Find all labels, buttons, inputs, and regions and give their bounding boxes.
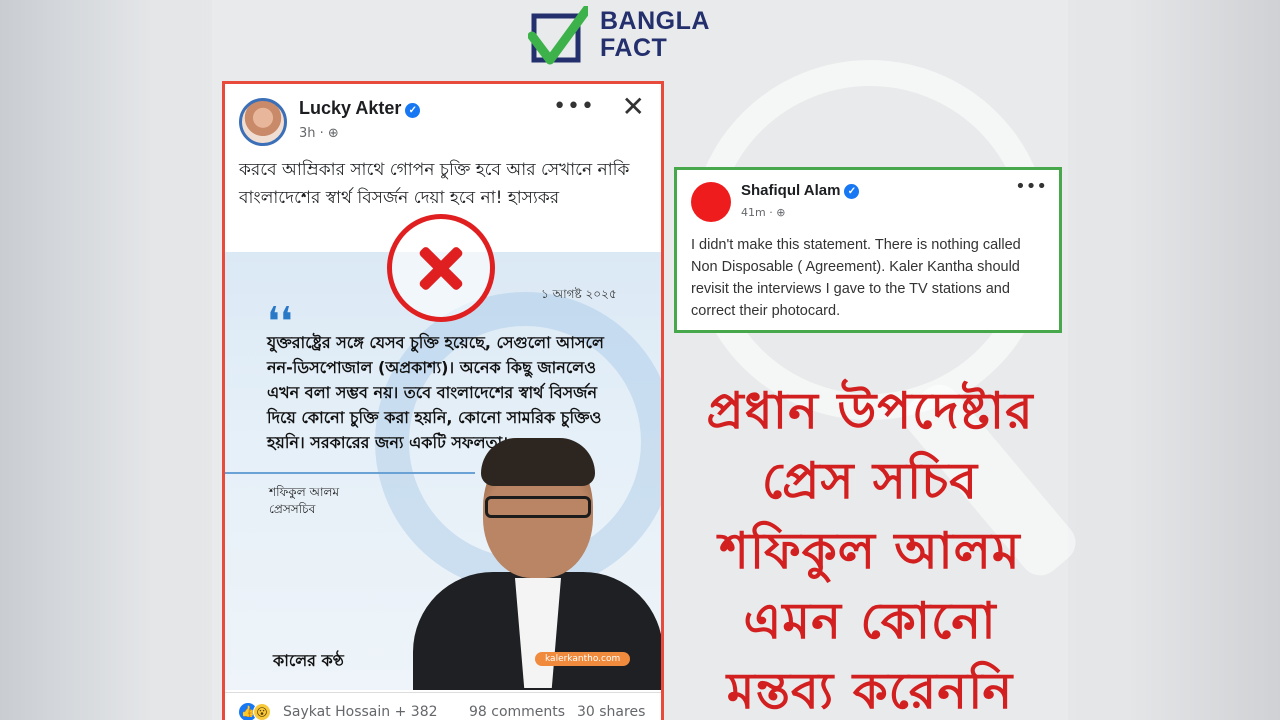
reply-meta: 41m · ⊕ <box>741 206 786 219</box>
photocard-quote: যুক্তরাষ্ট্রের সঙ্গে যেসব চুক্তি হয়েছে,… <box>267 333 604 452</box>
site-tag: kalerkantho.com <box>535 652 631 666</box>
banglafact-logo: BANGLA FACT <box>528 0 758 68</box>
photocard-date: ১ আগষ্ট ২০২৫ <box>541 287 617 301</box>
post-header: Lucky Akter ✓ 3h · ⊕ ••• ✕ <box>225 84 661 154</box>
shares-count[interactable]: 30 shares <box>577 704 645 720</box>
headline-line-2: প্রেস সচিব <box>761 452 979 510</box>
post-text: করবে আম্রিকার সাথে গোপন চুক্তি হবে আর সে… <box>239 160 630 208</box>
logo-line-2: FACT <box>600 34 668 62</box>
headline-line-5: মন্তব্য করেননি <box>726 662 1014 720</box>
checkmark-logo-icon <box>528 6 588 65</box>
speaker-title: প্রেসসচিব <box>269 502 316 516</box>
fact-check-headline: প্রধান উপদেষ্টার প্রেস সচিব শফিকুল আলম এ… <box>672 376 1068 720</box>
close-icon[interactable]: ✕ <box>622 90 645 123</box>
logo-line-1: BANGLA <box>600 7 710 35</box>
post-footer: 👍 😮 Saykat Hossain + 382 98 comments 30 … <box>225 692 661 720</box>
verified-badge-icon: ✓ <box>844 184 860 199</box>
glasses <box>485 496 591 518</box>
reply-post: Shafiqul Alam ✓ 41m · ⊕ ••• I didn't make… <box>674 167 1062 333</box>
globe-icon: ⊕ <box>776 206 786 219</box>
headline-line-1: প্রধান উপদেষ্টার <box>706 382 1034 440</box>
wow-icon[interactable]: 😮 <box>253 703 271 720</box>
red-x-icon <box>387 214 495 322</box>
reply-time[interactable]: 41m <box>741 206 766 219</box>
avatar[interactable] <box>239 98 287 146</box>
headline-line-4: এমন কোনো <box>743 592 997 650</box>
comments-count[interactable]: 98 comments <box>469 704 565 720</box>
post-time[interactable]: 3h <box>299 126 316 141</box>
more-dots-icon[interactable]: ••• <box>1015 176 1047 197</box>
logo-text: BANGLA FACT <box>600 8 710 62</box>
post-author[interactable]: Lucky Akter ✓ <box>299 98 421 119</box>
globe-icon: ⊕ <box>327 126 339 141</box>
headline-line-3: শফিকুল আলম <box>719 522 1021 580</box>
speaker-name: শফিকুল আলম <box>269 485 340 499</box>
newspaper-logo: কালের কণ্ঠ <box>273 651 344 670</box>
facebook-post: Lucky Akter ✓ 3h · ⊕ ••• ✕ করবে আম্রিকার … <box>222 81 664 720</box>
reactors-count[interactable]: Saykat Hossain + 382 <box>283 704 438 720</box>
verified-badge-icon: ✓ <box>405 103 421 118</box>
more-dots-icon[interactable]: ••• <box>553 94 595 119</box>
avatar[interactable] <box>691 182 731 222</box>
post-meta: 3h · ⊕ <box>299 126 339 141</box>
person-hair <box>481 438 595 486</box>
reply-author[interactable]: Shafiqul Alam ✓ <box>741 182 860 199</box>
reply-text: I didn't make this statement. There is n… <box>691 237 1021 319</box>
post-author-name[interactable]: Lucky Akter <box>299 98 401 118</box>
photocard-speaker: শফিকুল আলম প্রেসসচিব <box>269 484 339 518</box>
reply-author-name[interactable]: Shafiqul Alam <box>741 182 840 199</box>
